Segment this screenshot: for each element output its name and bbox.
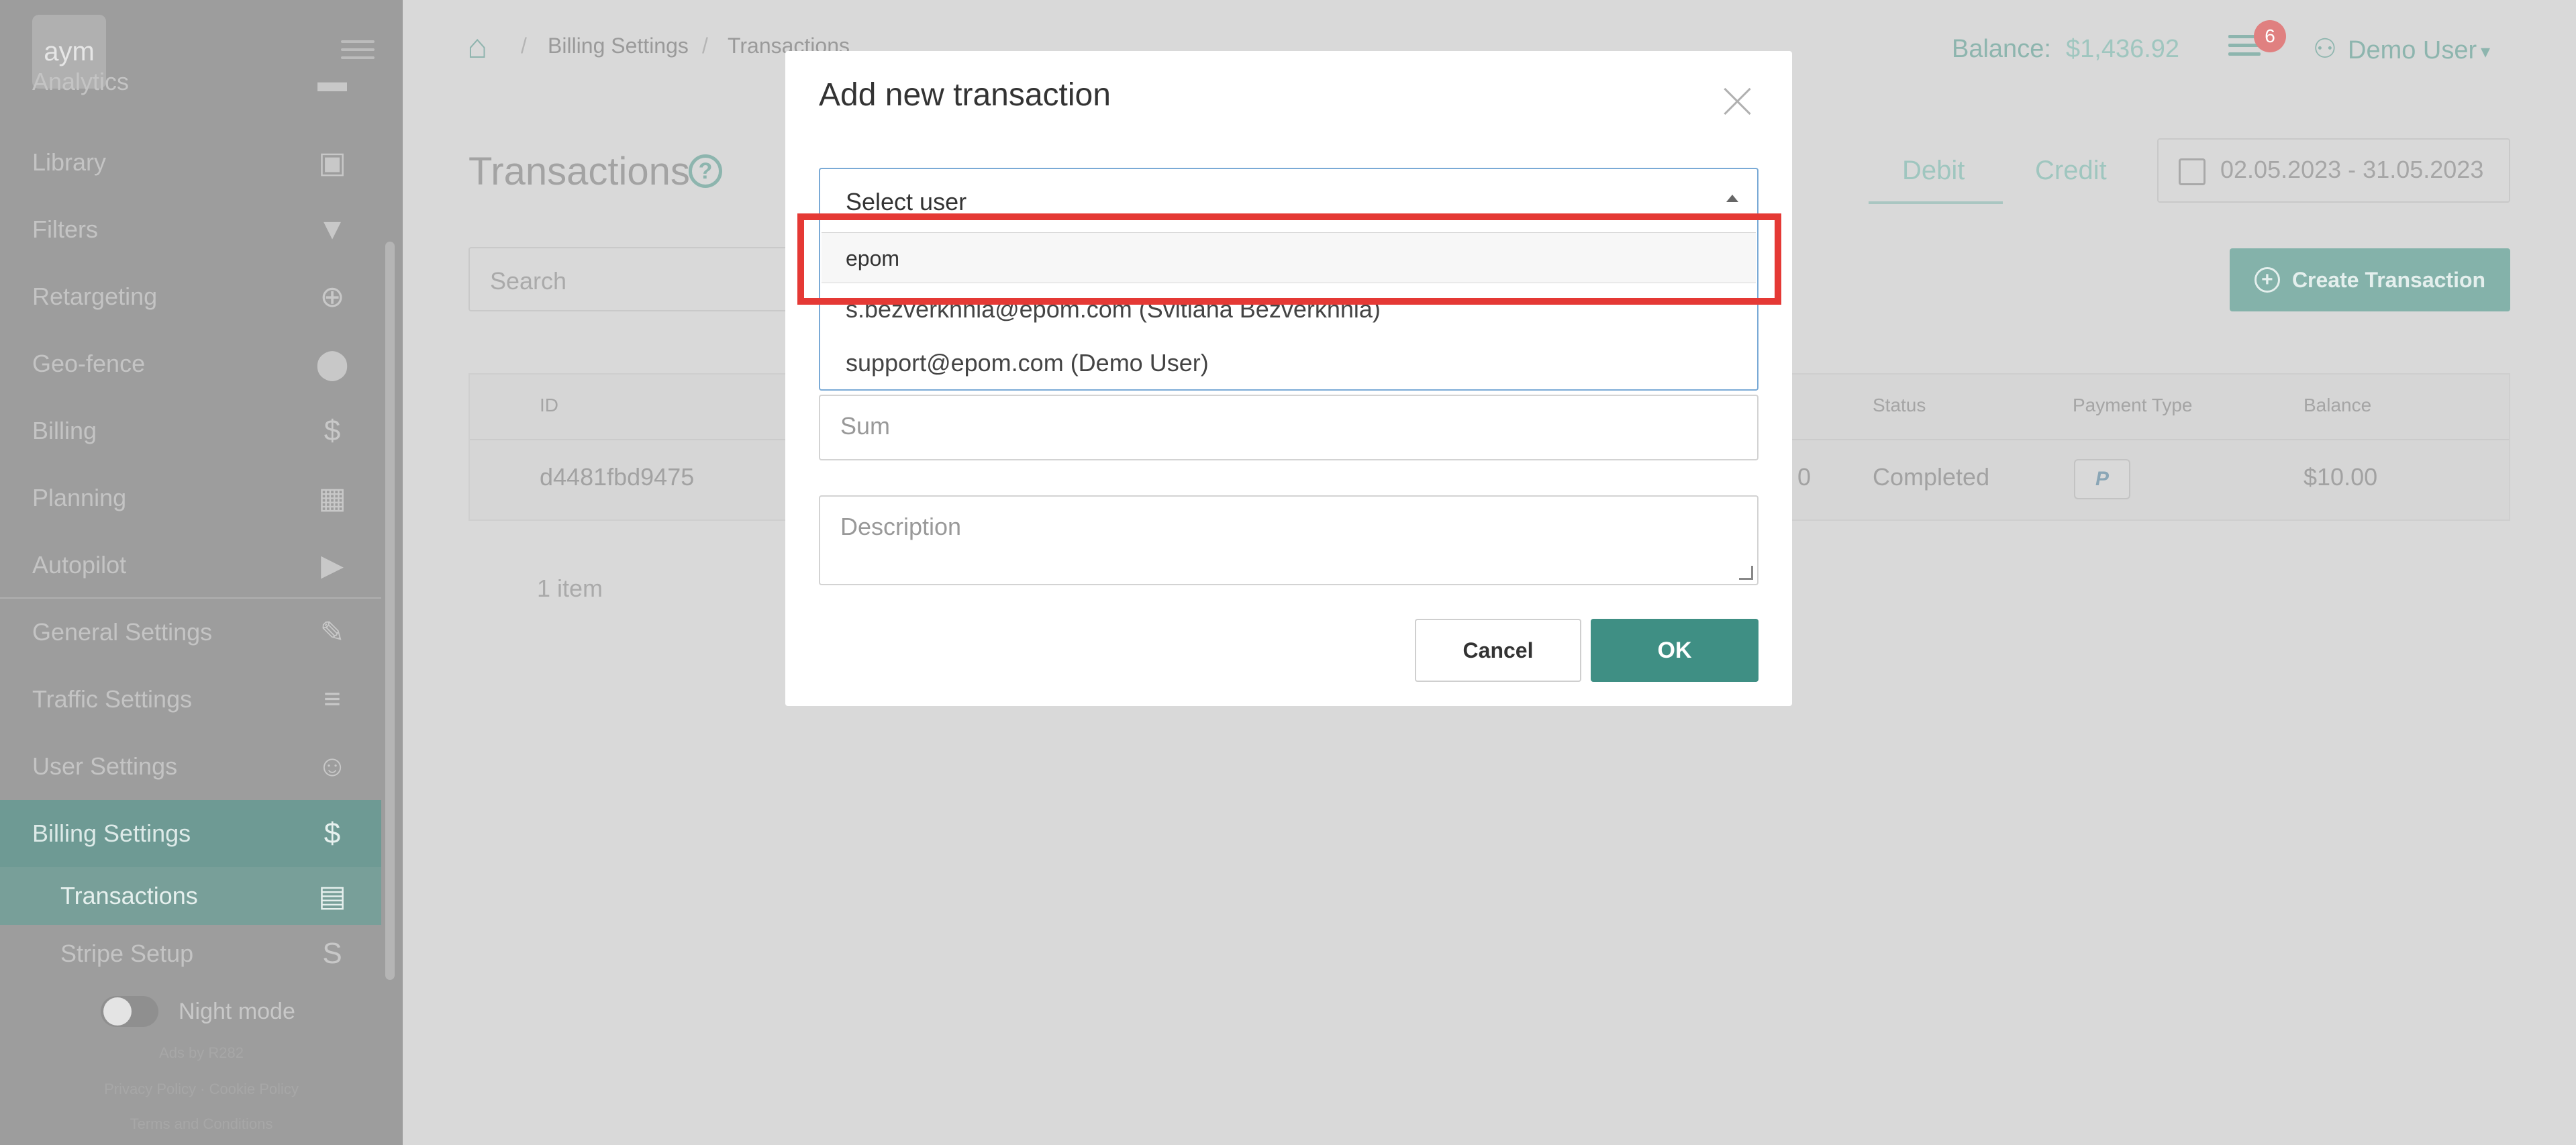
stripe-icon: S xyxy=(322,937,342,970)
sidebar-item-retargeting[interactable]: Retargeting ⊕ xyxy=(0,263,381,330)
sidebar-item-billing-settings[interactable]: Billing Settings $ xyxy=(0,800,381,867)
footer-policy-links[interactable]: Privacy Policy · Cookie Policy xyxy=(0,1081,403,1098)
sidebar-item-traffic-settings[interactable]: Traffic Settings ≡ xyxy=(0,666,381,733)
user-menu-name[interactable]: Demo User xyxy=(2348,36,2477,65)
sidebar: aym Analytics ▬ Library ▣ Filters ▼ Reta… xyxy=(0,0,403,1145)
sidebar-item-general-settings[interactable]: General Settings ✎ xyxy=(0,599,381,666)
sidebar-item-label: Retargeting xyxy=(32,283,158,310)
sidebar-item-label: Autopilot xyxy=(32,551,127,579)
help-icon[interactable]: ? xyxy=(689,154,722,188)
sidebar-item-stripe-setup[interactable]: Stripe Setup S xyxy=(0,925,381,983)
column-header-id[interactable]: ID xyxy=(540,395,558,416)
sidebar-item-autopilot[interactable]: Autopilot ▶ xyxy=(0,532,381,599)
sidebar-item-label: Library xyxy=(32,148,107,176)
tab-active-indicator xyxy=(1869,201,2003,204)
column-header-payment-type[interactable]: Payment Type xyxy=(2073,395,2192,416)
play-icon: ▶ xyxy=(321,548,344,582)
ok-button[interactable]: OK xyxy=(1591,619,1758,682)
sidebar-item-label: Planning xyxy=(32,484,127,511)
notification-badge: 6 xyxy=(2254,20,2286,52)
chevron-up-icon[interactable] xyxy=(1726,195,1738,202)
sidebar-item-analytics[interactable]: Analytics ▬ xyxy=(0,62,381,102)
night-mode-label: Night mode xyxy=(179,998,295,1024)
balance-value: $1,436.92 xyxy=(2066,35,2180,63)
calendar-icon: ▦ xyxy=(318,481,346,515)
crosshair-icon: ⊕ xyxy=(319,280,345,313)
sum-input[interactable]: Sum xyxy=(819,395,1758,460)
breadcrumb-separator: / xyxy=(702,34,708,58)
create-transaction-button[interactable]: + Create Transaction xyxy=(2230,248,2510,311)
sidebar-item-label: User Settings xyxy=(32,752,178,780)
document-icon: ▤ xyxy=(318,879,346,913)
tab-debit[interactable]: Debit xyxy=(1902,156,1965,186)
modal-title: Add new transaction xyxy=(819,77,1111,113)
items-count: 1 item xyxy=(537,575,603,602)
cell-amount: 0 xyxy=(1797,463,1812,491)
balance-label: Balance: xyxy=(1952,35,2051,63)
cell-balance: $10.00 xyxy=(2303,463,2378,491)
image-icon: ▣ xyxy=(318,146,346,179)
user-gear-icon: ☺ xyxy=(317,750,348,783)
wrench-icon: ✎ xyxy=(319,615,345,649)
plus-circle-icon: + xyxy=(2254,267,2280,293)
sidebar-item-label: Billing Settings xyxy=(32,819,191,847)
menu-toggle-icon[interactable] xyxy=(341,40,375,60)
billing-icon: $ xyxy=(324,414,341,447)
breadcrumb-billing-settings[interactable]: Billing Settings xyxy=(548,34,689,58)
sidebar-scrollbar[interactable] xyxy=(385,242,395,980)
sidebar-item-billing[interactable]: Billing $ xyxy=(0,397,381,464)
sidebar-item-user-settings[interactable]: User Settings ☺ xyxy=(0,733,381,800)
chevron-down-icon[interactable]: ▾ xyxy=(2481,40,2490,62)
sidebar-item-filters[interactable]: Filters ▼ xyxy=(0,196,381,263)
date-range-picker[interactable]: 02.05.2023 - 31.05.2023 xyxy=(2157,138,2510,203)
column-header-balance[interactable]: Balance xyxy=(2303,395,2371,416)
cancel-button[interactable]: Cancel xyxy=(1415,619,1581,682)
description-placeholder: Description xyxy=(840,513,962,540)
highlight-annotation xyxy=(797,213,1781,305)
resize-handle-icon[interactable] xyxy=(1739,566,1753,580)
map-pin-icon: ⬤ xyxy=(315,347,349,381)
filter-icon: ▼ xyxy=(317,213,347,246)
sidebar-item-label: Analytics xyxy=(32,68,130,95)
tab-credit[interactable]: Credit xyxy=(2035,156,2107,186)
cell-status: Completed xyxy=(1873,463,1990,491)
date-range-value: 02.05.2023 - 31.05.2023 xyxy=(2220,156,2484,183)
user-option[interactable]: support@epom.com (Demo User) xyxy=(846,349,1209,377)
sidebar-item-planning[interactable]: Planning ▦ xyxy=(0,464,381,532)
create-transaction-label: Create Transaction xyxy=(2291,267,2486,292)
sidebar-item-label: Stripe Setup xyxy=(60,940,194,967)
night-mode-control[interactable]: Night mode xyxy=(101,996,295,1027)
sidebar-item-label: Geo-fence xyxy=(32,350,146,377)
cell-id: d4481fbd9475 xyxy=(540,463,695,491)
footer-terms-link[interactable]: Terms and Conditions xyxy=(0,1115,403,1133)
breadcrumb-separator: / xyxy=(521,34,527,58)
home-icon[interactable]: ⌂ xyxy=(467,27,505,65)
page-title: Transactions xyxy=(468,150,690,193)
sidebar-item-label: General Settings xyxy=(32,618,213,646)
analytics-icon: ▬ xyxy=(317,65,347,98)
user-icon[interactable]: ⚇ xyxy=(2313,34,2337,64)
description-textarea[interactable]: Description xyxy=(819,495,1758,585)
select-user-label: Select user xyxy=(846,188,967,215)
close-icon[interactable] xyxy=(1720,83,1756,119)
list-settings-icon: ≡ xyxy=(324,683,341,715)
sidebar-item-library[interactable]: Library ▣ xyxy=(0,129,381,196)
calendar-icon xyxy=(2179,158,2206,185)
footer-ads: Ads by R282 xyxy=(159,1044,244,1061)
sidebar-item-label: Traffic Settings xyxy=(32,685,193,713)
sidebar-item-label: Filters xyxy=(32,215,98,243)
night-mode-toggle[interactable] xyxy=(101,996,158,1027)
billing-icon: $ xyxy=(324,817,341,850)
sidebar-item-label: Billing xyxy=(32,417,97,444)
sidebar-item-geo-fence[interactable]: Geo-fence ⬤ xyxy=(0,330,381,397)
column-header-status[interactable]: Status xyxy=(1873,395,1926,416)
sidebar-item-transactions[interactable]: Transactions ▤ xyxy=(0,867,381,925)
search-input[interactable]: Search xyxy=(468,247,804,311)
add-transaction-modal: Add new transaction Select user epom s.b… xyxy=(785,51,1792,706)
paypal-icon: P xyxy=(2074,459,2130,499)
sidebar-item-label: Transactions xyxy=(60,882,198,909)
